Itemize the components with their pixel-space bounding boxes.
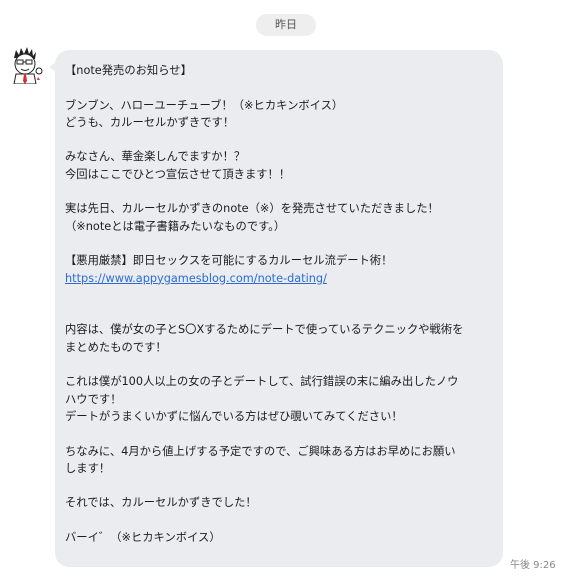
message-line: 【note発売のお知らせ】 xyxy=(65,64,192,77)
message-timestamp: 午後 9:26 xyxy=(510,560,556,571)
message-line: それでは、カルーセルかずきでした！ xyxy=(65,496,257,510)
message-line: どうも、カルーセルかずきです！ xyxy=(65,115,235,129)
message-line: 【悪用厳禁】即日セックスを可能にするカルーセル流デート術！ xyxy=(65,254,393,268)
message-line: デートがうまくいかずに悩んでいる方はぜひ覗いてみてください！ xyxy=(65,409,403,423)
message-line: ハウです！ xyxy=(65,392,122,406)
message-bubble[interactable]: 【note発売のお知らせ】 ブンブン、ハローユーチューブ！（※ヒカキンボイス） … xyxy=(55,50,503,567)
message-line: 今回はここでひとつ宣伝させて頂きます！！ xyxy=(65,167,291,181)
note-link[interactable]: https://www.appygamesblog.com/note-datin… xyxy=(65,270,495,287)
message-line: 実は先日、カルーセルかずきのnote（※）を発売させていただきました！ xyxy=(65,202,439,216)
message-line: （※noteとは電子書籍みたいなものです。） xyxy=(65,219,286,233)
message-line: 内容は、僕が女の子とS〇Xするためにデートで使っているテクニックや戦術を xyxy=(65,323,464,337)
avatar-sketch-icon xyxy=(13,47,43,85)
date-separator: 昨日 xyxy=(256,14,316,36)
message-line: バーイ゛（※ヒカキンボイス） xyxy=(65,531,221,545)
message-line: します！ xyxy=(65,461,111,475)
avatar[interactable] xyxy=(6,44,46,85)
message-line: これは僕が100人以上の女の子とデートして、試行錯誤の末に編み出したノウ xyxy=(65,375,459,389)
message-line: ブンブン、ハローユーチューブ！（※ヒカキンボイス） xyxy=(65,98,344,112)
message-line: ちなみに、4月から値上げする予定ですので、ご興味ある方はお早めにお願い xyxy=(65,444,456,458)
message-line: まとめたものです！ xyxy=(65,340,167,354)
chat-view: 昨日 【note発売のお知らせ】 ブンブン、ハローユーチューブ！（※ヒカキンボイ… xyxy=(0,0,569,582)
message-line: みなさん、華金楽しんでますか！？ xyxy=(65,150,246,164)
